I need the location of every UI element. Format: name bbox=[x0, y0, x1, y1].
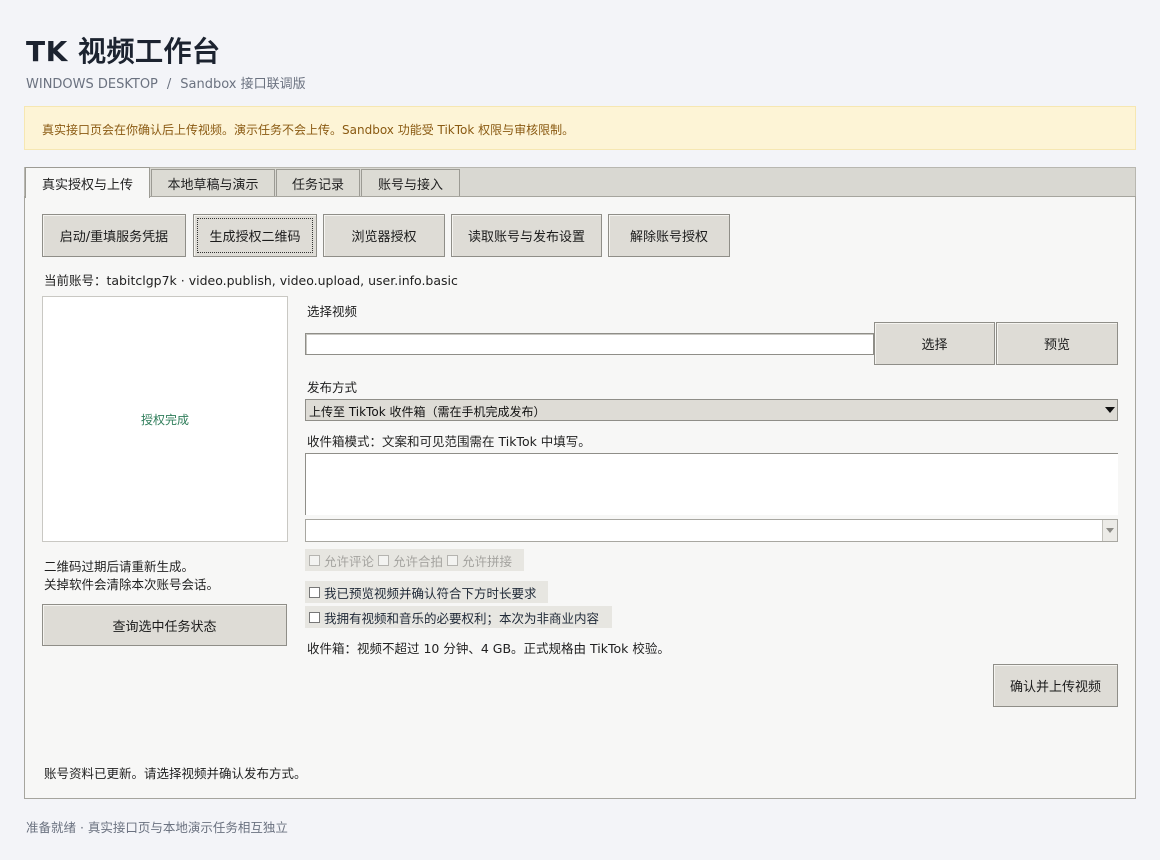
current-account-label: 当前账号：tabitclgp7k · video.publish, video.… bbox=[44, 273, 458, 288]
query-task-status-button[interactable]: 查询选中任务状态 bbox=[42, 604, 287, 646]
tab-real-auth-upload[interactable]: 真实授权与上传 bbox=[25, 167, 150, 198]
tab-task-history[interactable]: 任务记录 bbox=[276, 169, 360, 197]
main-panel: 启动/重填服务凭据 生成授权二维码 浏览器授权 读取账号与发布设置 解除账号授权… bbox=[24, 196, 1136, 799]
revoke-auth-button[interactable]: 解除账号授权 bbox=[608, 214, 730, 257]
publish-method-value: 上传至 TikTok 收件箱（需在手机完成发布） bbox=[309, 405, 546, 419]
confirm-rights-label: 我拥有视频和音乐的必要权利；本次为非商业内容 bbox=[324, 610, 600, 626]
app-title: TK 视频工作台 bbox=[26, 35, 221, 68]
chevron-down-icon[interactable] bbox=[1102, 520, 1117, 541]
allow-stitch-label: 允许拼接 bbox=[462, 553, 513, 569]
select-video-label: 选择视频 bbox=[307, 304, 358, 319]
inbox-mode-hint: 收件箱模式：文案和可见范围需在 TikTok 中填写。 bbox=[307, 434, 591, 449]
browser-auth-button[interactable]: 浏览器授权 bbox=[323, 214, 445, 257]
privacy-combobox[interactable] bbox=[305, 519, 1118, 542]
tab-account-access[interactable]: 账号与接入 bbox=[361, 169, 460, 197]
session-clear-hint: 关掉软件会清除本次账号会话。 bbox=[44, 577, 220, 592]
breadcrumb-separator: / bbox=[166, 77, 172, 92]
interaction-options: 允许评论 允许合拍 允许拼接 bbox=[305, 549, 524, 571]
allow-stitch-checkbox[interactable] bbox=[447, 554, 459, 566]
inbox-limits-note: 收件箱：视频不超过 10 分钟、4 GB。正式规格由 TikTok 校验。 bbox=[307, 641, 670, 656]
chevron-down-icon[interactable] bbox=[1102, 400, 1117, 420]
breadcrumb-mode: Sandbox 接口联调版 bbox=[180, 77, 306, 92]
confirm-rights-checkbox[interactable] bbox=[309, 611, 320, 623]
confirm-preview-checkbox[interactable] bbox=[309, 586, 320, 598]
qr-code-area: 授权完成 bbox=[42, 296, 288, 542]
confirm-upload-button[interactable]: 确认并上传视频 bbox=[993, 664, 1118, 707]
allow-comment-label: 允许评论 bbox=[324, 553, 375, 569]
confirm-preview-label: 我已预览视频并确认符合下方时长要求 bbox=[324, 585, 537, 601]
publish-method-select[interactable]: 上传至 TikTok 收件箱（需在手机完成发布） bbox=[305, 399, 1118, 421]
allow-comment-checkbox[interactable] bbox=[309, 554, 320, 566]
breadcrumb: WINDOWS DESKTOP / Sandbox 接口联调版 bbox=[26, 73, 306, 92]
panel-status-text: 账号资料已更新。请选择视频并确认发布方式。 bbox=[44, 766, 307, 781]
preview-video-button[interactable]: 预览 bbox=[996, 322, 1118, 365]
qr-expire-hint: 二维码过期后请重新生成。 bbox=[44, 559, 195, 574]
publish-method-label: 发布方式 bbox=[307, 380, 358, 395]
confirm-rights-row[interactable]: 我拥有视频和音乐的必要权利；本次为非商业内容 bbox=[305, 606, 612, 628]
tab-local-draft-demo[interactable]: 本地草稿与演示 bbox=[151, 169, 275, 197]
generate-qr-button[interactable]: 生成授权二维码 bbox=[193, 214, 317, 257]
footer-status-bar: 准备就绪 · 真实接口页与本地演示任务相互独立 bbox=[26, 820, 288, 835]
tab-strip: 真实授权与上传 本地草稿与演示 任务记录 账号与接入 bbox=[24, 167, 1136, 198]
caption-textarea[interactable] bbox=[305, 453, 1118, 515]
confirm-preview-row[interactable]: 我已预览视频并确认符合下方时长要求 bbox=[305, 581, 548, 603]
auth-status-text: 授权完成 bbox=[140, 412, 189, 427]
video-path-input[interactable] bbox=[305, 333, 874, 355]
allow-duet-checkbox[interactable] bbox=[378, 554, 390, 566]
select-video-button[interactable]: 选择 bbox=[874, 322, 995, 365]
read-account-button[interactable]: 读取账号与发布设置 bbox=[451, 214, 602, 257]
breadcrumb-platform: WINDOWS DESKTOP bbox=[26, 77, 158, 92]
start-credentials-button[interactable]: 启动/重填服务凭据 bbox=[42, 214, 186, 257]
allow-duet-label: 允许合拍 bbox=[393, 553, 444, 569]
notice-banner: 真实接口页会在你确认后上传视频。演示任务不会上传。Sandbox 功能受 Tik… bbox=[24, 106, 1136, 150]
